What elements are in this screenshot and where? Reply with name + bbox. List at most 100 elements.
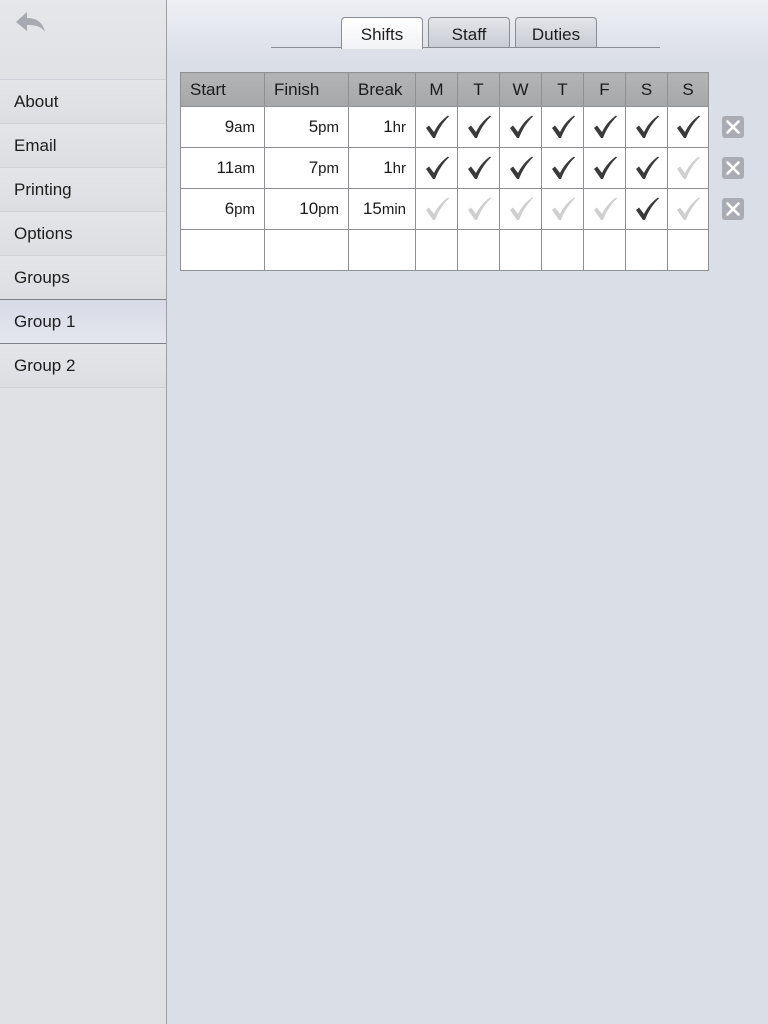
tab-shifts[interactable]: Shifts xyxy=(341,17,423,49)
sidebar-item-options[interactable]: Options xyxy=(0,212,166,256)
tab-bar-baseline xyxy=(271,47,660,48)
day-toggle-thursday[interactable] xyxy=(541,106,584,148)
empty-cell[interactable] xyxy=(457,229,500,271)
day-toggle-thursday[interactable] xyxy=(541,188,584,230)
sidebar-item-email[interactable]: Email xyxy=(0,124,166,168)
check-off xyxy=(674,154,702,182)
day-toggle-saturday[interactable] xyxy=(625,106,668,148)
finish-cell[interactable]: 5pm xyxy=(264,106,349,148)
check-on xyxy=(674,113,702,141)
empty-cell[interactable] xyxy=(583,229,626,271)
day-toggle-monday[interactable] xyxy=(415,147,458,189)
break-cell[interactable]: 1hr xyxy=(348,106,416,148)
checkmark-icon xyxy=(593,197,617,220)
check-on xyxy=(591,154,619,182)
checkmark-icon xyxy=(509,197,533,220)
table-row: 11am 7pm 1hr xyxy=(180,147,709,189)
check-off xyxy=(549,195,577,223)
finish-cell[interactable]: 10pm xyxy=(264,188,349,230)
check-on xyxy=(633,113,661,141)
sidebar-item-printing[interactable]: Printing xyxy=(0,168,166,212)
delete-row-button[interactable] xyxy=(721,197,745,221)
sidebar: About Email Printing Options Groups Group 1 Gr… xyxy=(0,0,167,1024)
check-off xyxy=(507,195,535,223)
day-toggle-sunday[interactable] xyxy=(667,147,709,189)
header-saturday: S xyxy=(625,72,668,107)
break-unit: hr xyxy=(392,119,406,136)
day-toggle-thursday[interactable] xyxy=(541,147,584,189)
tab-staff[interactable]: Staff xyxy=(428,17,510,47)
check-on xyxy=(465,113,493,141)
header-start: Start xyxy=(180,72,265,107)
checkmark-icon xyxy=(509,115,533,138)
empty-cell[interactable] xyxy=(625,229,668,271)
day-toggle-wednesday[interactable] xyxy=(499,106,542,148)
checkmark-icon xyxy=(677,156,700,179)
break-unit: hr xyxy=(392,160,406,177)
checkmark-icon xyxy=(467,115,491,138)
empty-cell[interactable] xyxy=(499,229,542,271)
break-cell[interactable]: 15min xyxy=(348,188,416,230)
sidebar-item-group-2[interactable]: Group 2 xyxy=(0,344,166,388)
sidebar-item-about[interactable]: About xyxy=(0,80,166,124)
checkmark-icon xyxy=(551,115,575,138)
table-header-row: Start Finish Break M T W T F S S xyxy=(180,72,709,107)
day-toggle-wednesday[interactable] xyxy=(499,188,542,230)
finish-cell[interactable]: 7pm xyxy=(264,147,349,189)
back-button[interactable] xyxy=(12,8,48,38)
table-row-empty xyxy=(180,229,709,271)
checkmark-icon xyxy=(425,115,449,138)
day-toggle-friday[interactable] xyxy=(583,188,626,230)
delete-row-button[interactable] xyxy=(721,115,745,139)
day-toggle-friday[interactable] xyxy=(583,147,626,189)
tab-duties[interactable]: Duties xyxy=(515,17,597,47)
finish-value: 10 xyxy=(299,199,319,218)
checkmark-icon xyxy=(425,156,449,179)
sidebar-item-label: Printing xyxy=(14,180,72,199)
day-toggle-tuesday[interactable] xyxy=(457,147,500,189)
day-toggle-monday[interactable] xyxy=(415,188,458,230)
day-toggle-sunday[interactable] xyxy=(667,106,709,148)
sidebar-item-label: About xyxy=(14,92,59,111)
checkmark-icon xyxy=(635,156,659,179)
day-toggle-tuesday[interactable] xyxy=(457,188,500,230)
day-toggle-friday[interactable] xyxy=(583,106,626,148)
check-off xyxy=(674,195,702,223)
checkmark-icon xyxy=(635,197,659,220)
check-on xyxy=(549,154,577,182)
start-cell[interactable]: 11am xyxy=(180,147,265,189)
checkmark-icon xyxy=(677,115,700,138)
day-toggle-wednesday[interactable] xyxy=(499,147,542,189)
day-toggle-sunday[interactable] xyxy=(667,188,709,230)
empty-cell[interactable] xyxy=(264,229,349,271)
sidebar-item-group-1[interactable]: Group 1 xyxy=(0,300,166,344)
empty-cell[interactable] xyxy=(541,229,584,271)
empty-cell[interactable] xyxy=(348,229,416,271)
check-on xyxy=(633,154,661,182)
sidebar-item-groups[interactable]: Groups xyxy=(0,256,166,300)
break-value: 1 xyxy=(383,117,393,136)
day-toggle-monday[interactable] xyxy=(415,106,458,148)
delete-row-button[interactable] xyxy=(721,156,745,180)
start-cell[interactable]: 9am xyxy=(180,106,265,148)
checkmark-icon xyxy=(425,197,449,220)
checkmark-icon xyxy=(593,156,617,179)
start-cell[interactable]: 6pm xyxy=(180,188,265,230)
empty-cell[interactable] xyxy=(180,229,265,271)
empty-cell[interactable] xyxy=(415,229,458,271)
start-unit: am xyxy=(234,160,255,177)
break-unit: min xyxy=(381,201,406,218)
header-thursday: T xyxy=(541,72,584,107)
header-wednesday: W xyxy=(499,72,542,107)
header-monday: M xyxy=(415,72,458,107)
checkmark-icon xyxy=(635,115,659,138)
day-toggle-saturday[interactable] xyxy=(625,147,668,189)
empty-cell[interactable] xyxy=(667,229,709,271)
break-cell[interactable]: 1hr xyxy=(348,147,416,189)
start-unit: am xyxy=(234,119,255,136)
start-value: 6 xyxy=(224,199,235,218)
start-value: 9 xyxy=(224,117,235,136)
check-on xyxy=(423,154,451,182)
day-toggle-saturday[interactable] xyxy=(625,188,668,230)
day-toggle-tuesday[interactable] xyxy=(457,106,500,148)
